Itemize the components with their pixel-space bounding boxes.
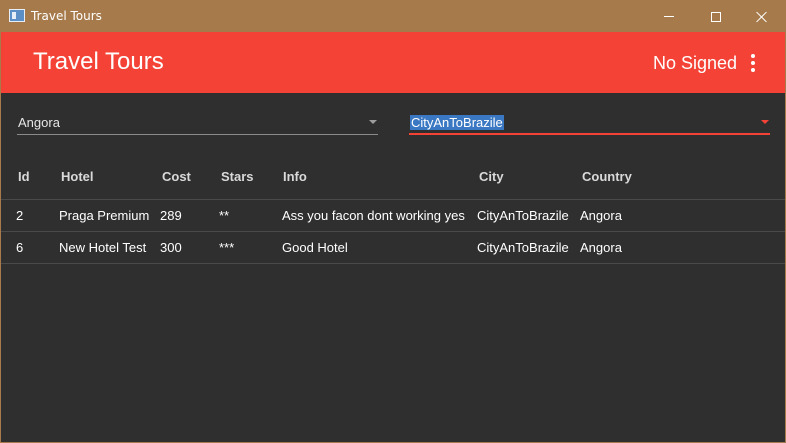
window-titlebar[interactable]: Travel Tours <box>1 1 785 32</box>
cell-stars: *** <box>219 240 235 255</box>
cell-city: CityAnToBrazile <box>477 208 569 223</box>
window-title: Travel Tours <box>31 9 102 23</box>
cell-country: Angora <box>580 240 622 255</box>
cell-info: Ass you facon dont working yes <box>282 208 465 223</box>
maximize-icon <box>711 11 721 22</box>
minimize-icon <box>664 16 674 17</box>
cell-hotel: New Hotel Test <box>59 240 147 255</box>
cell-country: Angora <box>580 208 622 223</box>
country-select-value: Angora <box>18 115 60 130</box>
user-status-label: No Signed <box>653 53 738 73</box>
cell-cost: 289 <box>160 208 182 223</box>
column-header-country[interactable]: Country <box>582 169 632 184</box>
cell-cost: 300 <box>160 240 182 255</box>
city-select[interactable]: CityAnToBrazile <box>409 109 770 135</box>
table-header: Id Hotel Cost Stars Info City Country <box>1 158 785 200</box>
app-brand-title: Travel Tours <box>33 48 164 75</box>
maximize-button[interactable] <box>693 1 739 32</box>
cell-id: 2 <box>16 208 24 223</box>
cell-id: 6 <box>16 240 24 255</box>
column-header-city[interactable]: City <box>479 169 504 184</box>
column-header-info[interactable]: Info <box>283 169 307 184</box>
cell-hotel: Praga Premium <box>59 208 150 223</box>
column-header-cost[interactable]: Cost <box>162 169 191 184</box>
close-icon <box>756 11 768 23</box>
app-header-bar: Travel Tours No Signed <box>1 32 785 93</box>
triangle-down-icon <box>369 120 377 124</box>
column-header-stars[interactable]: Stars <box>221 169 254 184</box>
app-window: Travel Tours Travel Tours No Signed Ango… <box>0 0 786 443</box>
more-vert-icon[interactable] <box>745 52 761 74</box>
close-button[interactable] <box>739 1 785 32</box>
triangle-down-icon <box>761 120 769 124</box>
tours-table: Id Hotel Cost Stars Info City Country 2 … <box>1 158 785 264</box>
table-row[interactable]: 2 Praga Premium 289 ** Ass you facon don… <box>1 200 785 232</box>
column-header-hotel[interactable]: Hotel <box>61 169 94 184</box>
cell-stars: ** <box>219 208 230 223</box>
app-window-icon <box>9 9 25 22</box>
table-row[interactable]: 6 New Hotel Test 300 *** Good Hotel City… <box>1 232 785 264</box>
country-select[interactable]: Angora <box>17 109 378 135</box>
city-select-value: CityAnToBrazile <box>410 115 504 130</box>
cell-city: CityAnToBrazile <box>477 240 569 255</box>
column-header-id[interactable]: Id <box>18 169 30 184</box>
cell-info: Good Hotel <box>282 240 348 255</box>
minimize-button[interactable] <box>646 1 692 32</box>
